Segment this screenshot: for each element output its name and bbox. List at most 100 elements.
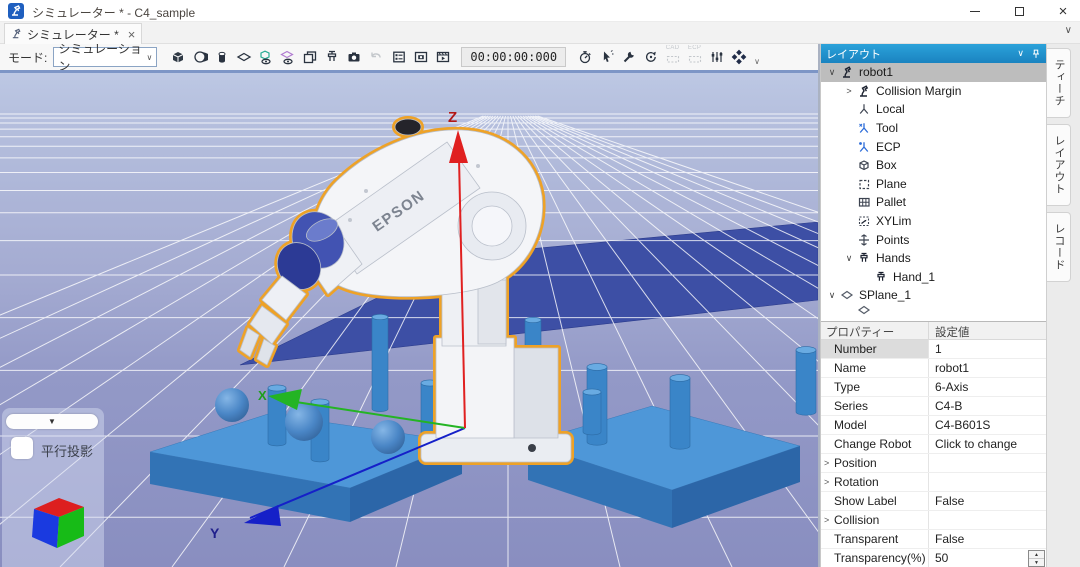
cad-to-point-button[interactable]: CAD (662, 46, 683, 68)
tree-expander-icon[interactable]: ∨ (825, 290, 839, 301)
transparency-spinner[interactable]: ▲▼ (1028, 550, 1045, 567)
tab-close-icon[interactable]: × (128, 28, 136, 41)
property-value[interactable]: False (929, 492, 1047, 510)
copy-object-button[interactable] (299, 46, 320, 68)
spinner-up-icon[interactable]: ▲ (1029, 551, 1044, 559)
panel-menu-chevron-icon[interactable]: ∨ (1017, 48, 1024, 59)
dock-tab-layout[interactable]: レイアウト (1047, 124, 1071, 206)
pick-object-button[interactable] (596, 46, 617, 68)
spinner-down-icon[interactable]: ▼ (1029, 559, 1044, 566)
tabbar-overflow-icon[interactable]: ∨ (1065, 25, 1072, 36)
property-row-model[interactable]: ModelC4-B601S (821, 416, 1047, 435)
property-value[interactable]: C4-B (929, 397, 1047, 415)
property-value[interactable]: 1 (929, 340, 1047, 358)
property-expander-icon[interactable]: > (824, 515, 834, 525)
tree-item-label: XYLim (876, 214, 911, 228)
minimize-button[interactable] (966, 2, 984, 20)
minimize-icon (970, 11, 980, 12)
tree-item-hand-1[interactable]: Hand_1 (821, 268, 1047, 287)
tree-expander-icon[interactable]: ∨ (825, 67, 839, 78)
property-value[interactable]: robot1 (929, 359, 1047, 377)
add-sphere-button[interactable] (189, 46, 210, 68)
property-row-type[interactable]: Type 6-Axis (821, 378, 1047, 397)
tree-item-local[interactable]: Local (821, 100, 1047, 119)
toolbar-overflow-button[interactable]: ∨ (751, 46, 763, 68)
close-button[interactable]: × (1054, 2, 1072, 20)
property-name: Type (834, 380, 860, 394)
tree-item-hands[interactable]: ∨Hands (821, 249, 1047, 268)
property-value[interactable]: False (929, 530, 1047, 548)
layout-panel: レイアウト ∨ ∨robot1>Collision MarginLocalToo… (820, 44, 1046, 567)
property-row-transparent[interactable]: TransparentFalse (821, 530, 1047, 549)
collapse-panel-button[interactable]: ▼ (6, 414, 98, 429)
tree-item-label: Box (876, 158, 897, 172)
tree-item-points[interactable]: Points (821, 230, 1047, 249)
ecp-button[interactable]: ECP (684, 46, 705, 68)
undo-button[interactable] (365, 46, 386, 68)
property-value[interactable] (929, 511, 1047, 529)
jog-tool-button[interactable] (618, 46, 639, 68)
display-settings-button[interactable] (706, 46, 727, 68)
tree-item-label: Plane (876, 177, 907, 191)
properties-header: プロパティー 設定値 (821, 322, 1047, 340)
3d-viewport[interactable]: EPSON Z X Y ▼ 平行投影 (0, 70, 818, 567)
ecp-icon (856, 140, 872, 154)
tree-item-xylim[interactable]: XYLim (821, 212, 1047, 231)
property-row-series[interactable]: SeriesC4-B (821, 397, 1047, 416)
tree-expander-icon[interactable]: > (842, 86, 856, 96)
property-row-collision[interactable]: >Collision (821, 511, 1047, 530)
property-value-header: 設定値 (929, 322, 1047, 339)
property-row-show-label[interactable]: Show LabelFalse (821, 492, 1047, 511)
cad-visibility-button[interactable] (255, 46, 276, 68)
parallel-projection-checkbox[interactable] (11, 437, 33, 459)
tree-item-label: Pallet (876, 195, 906, 209)
property-expander-icon[interactable]: > (824, 477, 834, 487)
mode-select[interactable]: シミュレーション ∨ (53, 47, 157, 67)
property-row-rotation[interactable]: >Rotation (821, 473, 1047, 492)
record-video-button[interactable] (432, 46, 453, 68)
property-row-transparency-[interactable]: Transparency(%)50▲▼ (821, 549, 1047, 567)
orientation-cube[interactable] (24, 494, 90, 552)
property-value[interactable]: 6-Axis (929, 378, 1047, 396)
add-hand-button[interactable] (321, 46, 342, 68)
pin-icon[interactable] (1030, 48, 1042, 60)
tree-item[interactable] (821, 305, 1047, 316)
tree-item-ecp[interactable]: ECP (821, 137, 1047, 156)
tree-item-robot1[interactable]: ∨robot1 (821, 63, 1047, 82)
property-expander-icon[interactable]: > (824, 458, 834, 468)
tree-item-splane-1[interactable]: ∨SPlane_1 (821, 286, 1047, 305)
property-value[interactable] (929, 473, 1047, 491)
tree-item-collision-margin[interactable]: >Collision Margin (821, 82, 1047, 101)
snapshot-button[interactable] (410, 46, 431, 68)
add-plane-button[interactable] (233, 46, 254, 68)
property-name: Position (834, 456, 877, 470)
toolbar: モード: シミュレーション ∨ 00:00:00:000 CADECP ∨ (0, 44, 820, 70)
layout-tree: ∨robot1>Collision MarginLocal Tool ECP Box P… (821, 63, 1047, 321)
timer-button[interactable] (574, 46, 595, 68)
reset-view-button[interactable] (640, 46, 661, 68)
tree-item-tool[interactable]: Tool (821, 119, 1047, 138)
add-cylinder-button[interactable] (211, 46, 232, 68)
tree-item-box[interactable]: Box (821, 156, 1047, 175)
camera-button[interactable] (343, 46, 364, 68)
property-row-change-robot[interactable]: Change RobotClick to change (821, 435, 1047, 454)
tree-item-label: Tool (876, 121, 898, 135)
plane-visibility-button[interactable] (277, 46, 298, 68)
simulator-settings-button[interactable] (388, 46, 409, 68)
dock-tab-teach[interactable]: ティーチ (1047, 48, 1071, 118)
property-value[interactable]: Click to change (929, 435, 1047, 453)
box-icon (856, 158, 872, 172)
property-value[interactable]: C4-B601S (929, 416, 1047, 434)
property-value[interactable] (929, 454, 1047, 472)
property-row-number[interactable]: Number1 (821, 340, 1047, 359)
property-row-name[interactable]: Namerobot1 (821, 359, 1047, 378)
motion-button[interactable] (728, 46, 749, 68)
dock-tab-record[interactable]: レコード (1047, 212, 1071, 282)
add-box-button[interactable] (167, 46, 188, 68)
property-row-position[interactable]: >Position (821, 454, 1047, 473)
restore-button[interactable] (1010, 2, 1028, 20)
tree-item-pallet[interactable]: Pallet (821, 193, 1047, 212)
tree-expander-icon[interactable]: ∨ (842, 253, 856, 264)
robot-icon (839, 65, 855, 79)
tree-item-plane[interactable]: Plane (821, 175, 1047, 194)
